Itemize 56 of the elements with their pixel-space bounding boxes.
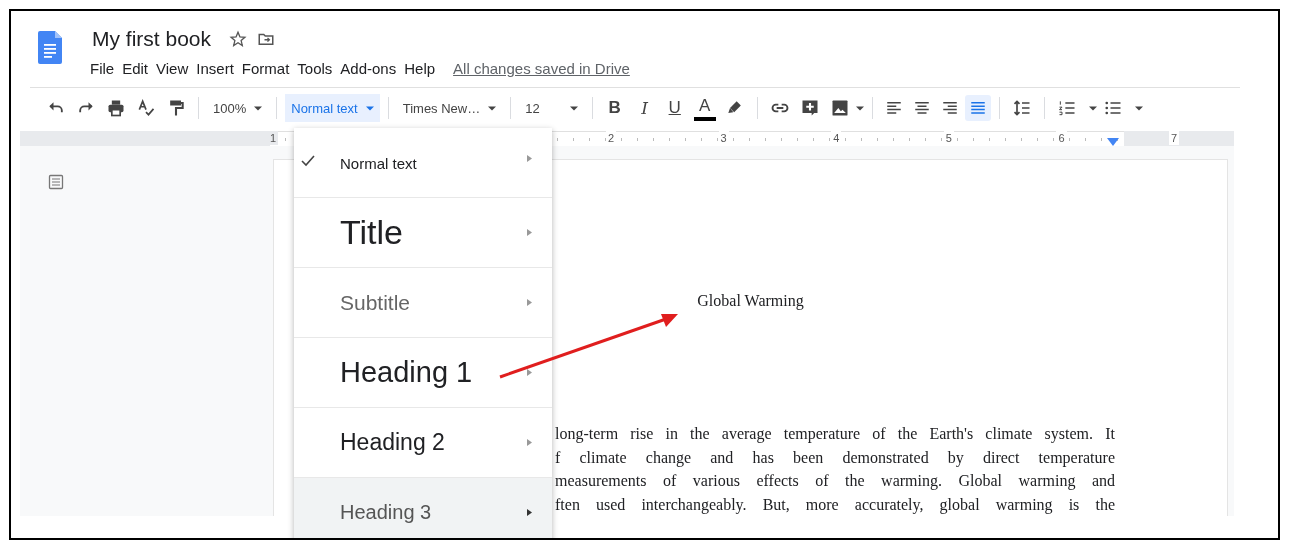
caret-icon (365, 105, 374, 111)
ruler-number: 1 (268, 131, 279, 145)
menu-item[interactable]: Insert (196, 60, 239, 77)
docs-logo-icon[interactable] (38, 31, 62, 64)
submenu-arrow-icon (527, 299, 532, 306)
align-justify-button[interactable] (964, 95, 991, 121)
menu-item[interactable]: File (90, 60, 120, 77)
zoom-dropdown[interactable]: 100% (207, 94, 269, 122)
paragraph-line: long-term rise in the average temperature of the Earth's climate system. It (555, 424, 1115, 445)
ruler-number: 4 (831, 131, 842, 145)
menu-item[interactable]: Format (241, 60, 295, 77)
align-center-icon (912, 99, 931, 117)
ruler-number: 5 (943, 131, 954, 145)
menu-item[interactable]: Tools (297, 60, 338, 77)
style-menu-item[interactable]: Heading 3 (294, 478, 552, 538)
menu-item[interactable]: Add-ons (340, 60, 402, 77)
submenu-arrow-icon (527, 439, 532, 446)
caret-icon (569, 105, 578, 111)
italic-button[interactable]: I (630, 94, 659, 122)
font-size-dropdown[interactable]: 12 (519, 94, 584, 122)
caret-icon (254, 105, 263, 111)
style-menu-item[interactable]: Title (294, 198, 552, 268)
paragraph-line: measurements of various effects of the warming. Global warming and (555, 471, 1115, 492)
style-menu-item[interactable]: Normal text (294, 128, 552, 198)
document-title[interactable]: My first book (92, 27, 212, 51)
document-heading: Global Warming (697, 292, 804, 309)
submenu-arrow-icon (527, 155, 532, 162)
bold-button[interactable]: B (600, 94, 629, 122)
document-outline-icon[interactable] (48, 174, 64, 190)
paragraph-line: f climate change and has been demonstrated by direct temperature (555, 447, 1115, 469)
ruler-number: 6 (1056, 131, 1067, 145)
underline-button[interactable]: U (660, 94, 689, 122)
style-dropdown[interactable]: Normal text (285, 94, 380, 122)
text-color-button[interactable]: A (693, 95, 716, 121)
ruler-number: 3 (718, 131, 729, 145)
caret-icon (855, 105, 864, 111)
submenu-arrow-icon (527, 369, 532, 376)
align-right-icon (940, 99, 959, 117)
submenu-arrow-icon (527, 509, 532, 516)
style-menu-item[interactable]: Subtitle (294, 268, 552, 338)
align-justify-icon (968, 99, 987, 117)
menu-item[interactable]: Help (404, 60, 441, 77)
caret-icon (1088, 105, 1097, 111)
style-menu-item[interactable]: Heading 1 (294, 338, 552, 408)
ruler-number: 2 (606, 131, 617, 145)
align-left-icon (884, 99, 903, 117)
caret-icon (488, 105, 497, 111)
menu-item[interactable]: Edit (122, 60, 154, 77)
caret-icon (1134, 105, 1143, 111)
submenu-arrow-icon (527, 229, 532, 236)
menu-item[interactable]: View (156, 60, 194, 77)
font-dropdown[interactable]: Times New… (396, 94, 503, 122)
star-icon[interactable] (229, 30, 248, 48)
ruler-number: 7 (1169, 131, 1180, 145)
save-status-link[interactable]: All changes saved in Drive (453, 60, 630, 77)
paragraph-line: ften used interchangeably. But, more accurately, global warming is the (555, 495, 1115, 516)
